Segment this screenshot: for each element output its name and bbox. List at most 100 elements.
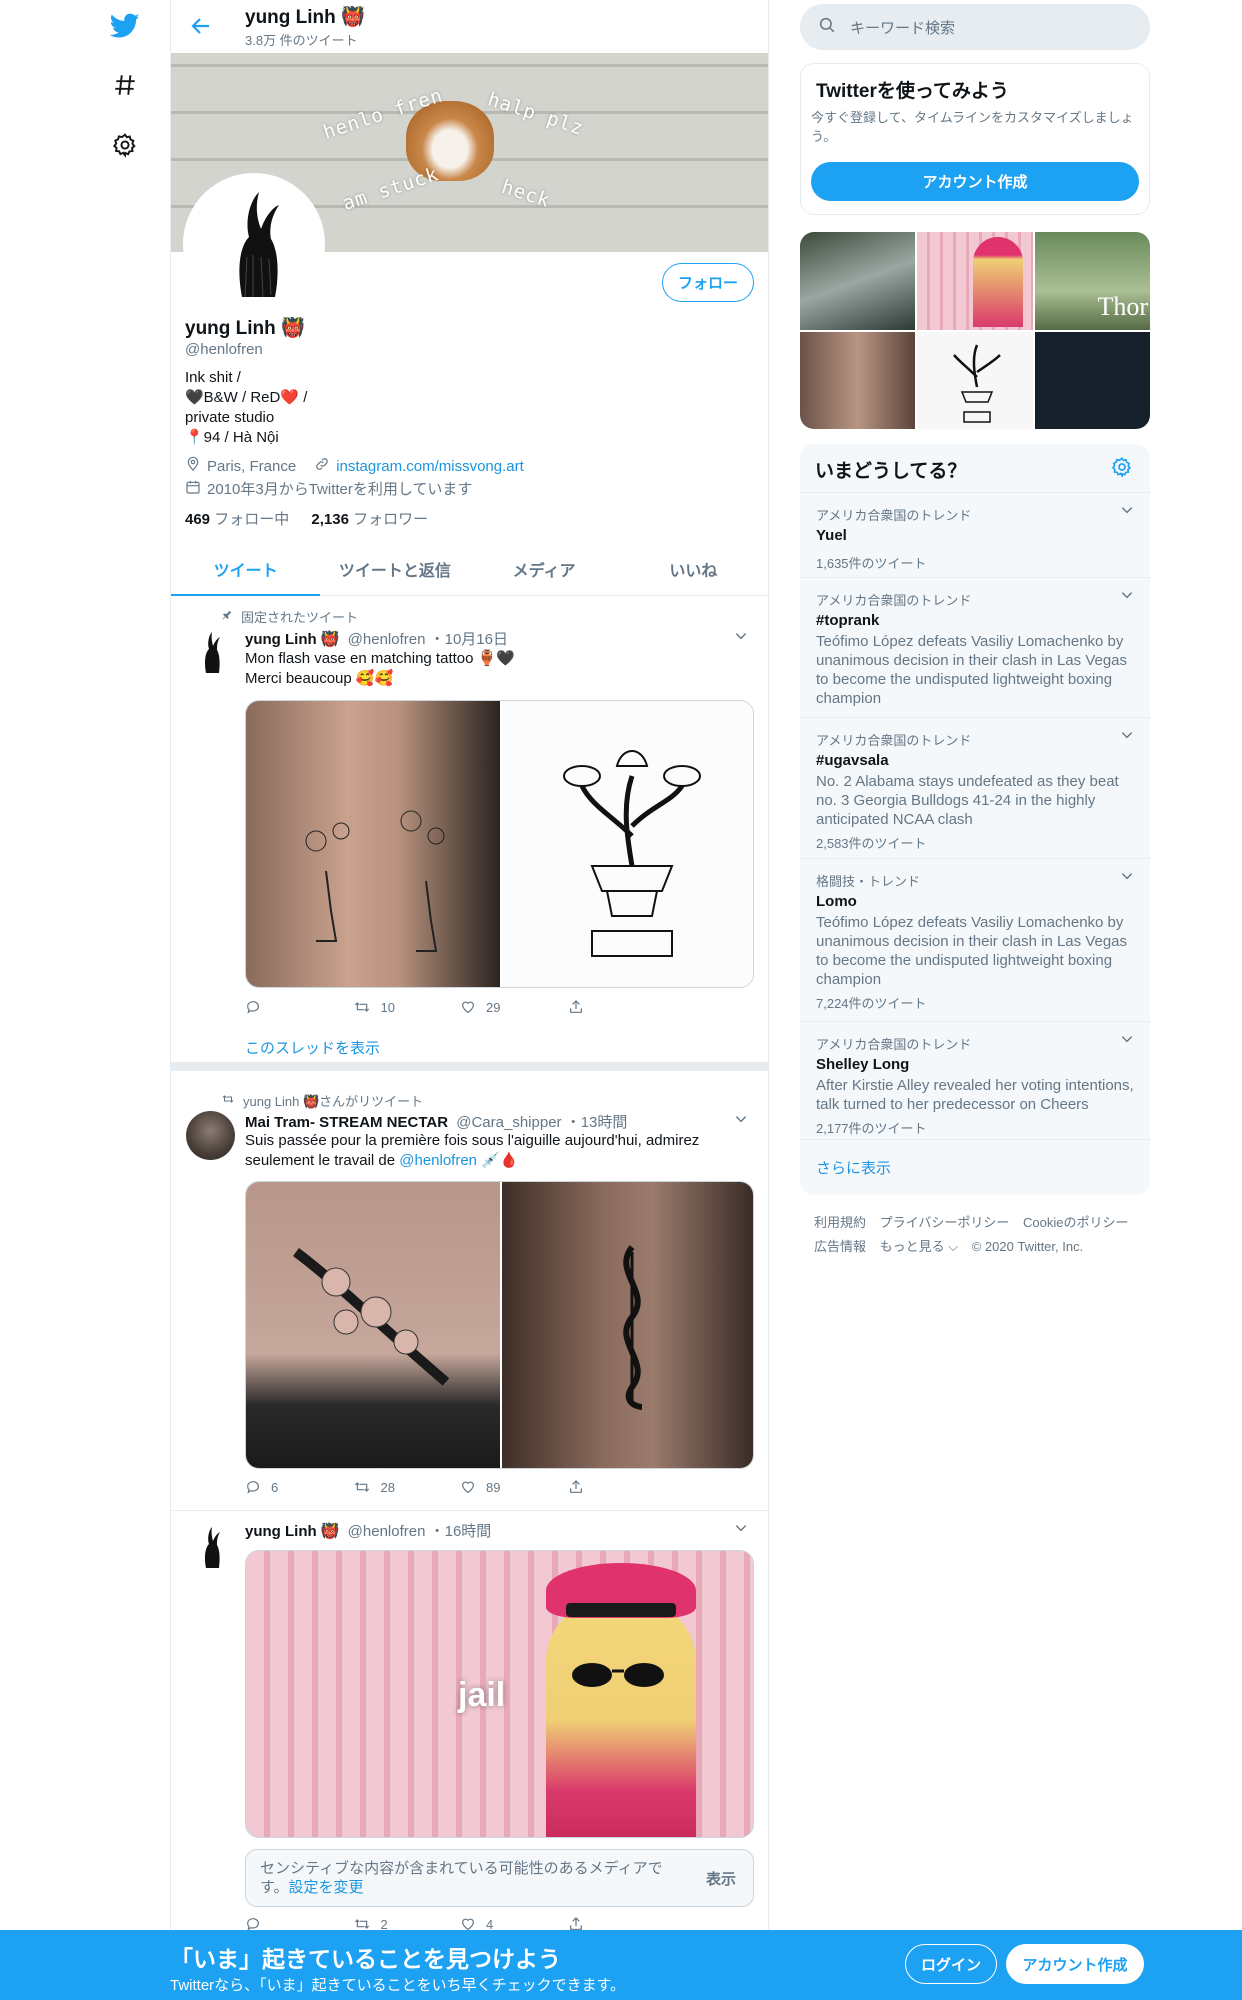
retweet-button[interactable]: 28 [353,1479,461,1495]
media-thumb-tattoo[interactable] [800,331,916,429]
media-thumb-screenshot[interactable] [1034,331,1150,429]
media-thumb-jail[interactable] [917,232,1033,330]
tweet-time[interactable]: ・16時間 [430,1523,492,1540]
tweet-text-line: Merci beaucoup 🥰🥰 [245,670,394,687]
media-thumb-kitten[interactable] [800,232,916,330]
footer-link-privacy[interactable]: プライバシーポリシー [880,1215,1010,1230]
chevron-down-icon[interactable] [1120,1032,1134,1051]
retweet-button[interactable]: 10 [353,999,461,1015]
trend-item[interactable]: アメリカ合衆国のトレンド #toprank Teófimo López defe… [800,577,1150,717]
person-image [546,1601,696,1837]
tweet-time[interactable]: ・13時間 [566,1114,628,1131]
trend-description: Teófimo López defeats Vasiliy Lomachenko… [816,633,1128,707]
like-count: 4 [486,1916,494,1931]
bottom-signup-bar: 「いま」起きていることを見つけよう Twitterなら、「いま」起きていることを… [0,1930,1242,2000]
reply-button[interactable] [245,1916,353,1930]
like-button[interactable]: 29 [460,999,568,1015]
share-button[interactable] [568,1479,676,1495]
show-media-button[interactable]: 表示 [706,1868,736,1889]
mention-link[interactable]: @henlofren [399,1152,477,1169]
tweet[interactable]: yung Linh 👹 @henlofren ・16時間 jail センシティブ… [171,1512,768,1930]
hashtag-explore-icon[interactable] [107,67,143,103]
pinned-tweet[interactable]: 固定されたツイート yung Linh 👹 @henlofren ・10月16日… [171,597,768,1071]
tweet-author-name[interactable]: yung Linh 👹 [245,1523,340,1540]
tweet-context: yung Linh 👹さんがリツイート [221,1091,423,1110]
tweet-media[interactable] [245,700,754,988]
media-thumb-meme[interactable]: Thor [1034,232,1150,330]
tweet-author-handle[interactable]: @henlofren [348,631,426,648]
retweet-button[interactable]: 2 [353,1916,461,1930]
followers-stat[interactable]: 2,136 フォロワー [311,511,428,528]
tweet-author-name[interactable]: yung Linh 👹 [245,631,340,648]
tattoo-photo-snake[interactable] [499,1182,753,1468]
tweet-avatar[interactable] [186,627,235,676]
tweet-media[interactable] [245,1181,754,1469]
share-button[interactable] [568,1916,676,1930]
profile-joined-row: 2010年3月からTwitterを利用しています [185,478,472,499]
cap-visor [566,1603,676,1617]
footer-link-more[interactable]: もっと見る ⌵ [880,1239,958,1254]
tab-likes[interactable]: いいね [619,542,768,595]
trend-item[interactable]: アメリカ合衆国のトレンド Shelley Long After Kirstie … [800,1021,1150,1139]
show-more-link[interactable]: さらに表示 [816,1157,891,1178]
tattoo-photo-1[interactable] [246,701,500,987]
tweet-actions: 10 29 [245,997,675,1017]
media-caption: jail [458,1676,506,1714]
footer-link-cookies[interactable]: Cookieのポリシー [1023,1215,1128,1230]
reply-button[interactable] [245,999,353,1015]
tweet-author-name[interactable]: Mai Tram- STREAM NECTAR [245,1114,448,1131]
chevron-down-icon[interactable] [1120,869,1134,888]
gear-settings-icon[interactable] [107,127,143,163]
profile-avatar[interactable] [183,173,325,315]
show-thread-link[interactable]: このスレッドを表示 [245,1037,380,1058]
tweet-text-fragment: 💉🩸 [477,1152,519,1169]
heart-icon [462,1481,474,1494]
tattoo-photo-cherry-blossom[interactable] [246,1182,500,1468]
change-settings-link[interactable]: 設定を変更 [289,1879,364,1896]
chevron-down-icon[interactable] [1120,728,1134,747]
tweet-time[interactable]: ・10月16日 [430,631,508,648]
header-tweet-count: 3.8万 件のツイート [245,33,358,48]
chevron-down-icon[interactable] [734,629,752,647]
chevron-down-icon[interactable] [734,1521,752,1539]
retweet-icon [354,1482,369,1492]
like-button[interactable]: 89 [460,1479,568,1495]
search-input[interactable]: キーワード検索 [800,4,1150,50]
tab-media[interactable]: メディア [470,542,619,595]
tweet-author-handle[interactable]: @Cara_shipper [456,1114,561,1131]
share-button[interactable] [568,999,676,1015]
trend-item[interactable]: 格闘技・トレンド Lomo Teófimo López defeats Vasi… [800,858,1150,1021]
footer-link-terms[interactable]: 利用規約 [814,1215,866,1230]
login-button[interactable]: ログイン [905,1944,997,1984]
following-stat[interactable]: 469 フォロー中 [185,511,289,528]
chevron-down-icon[interactable] [1120,588,1134,607]
tweet-avatar[interactable] [186,1111,235,1160]
footer-link-ads[interactable]: 広告情報 [814,1239,866,1254]
chevron-down-icon[interactable] [734,1112,752,1130]
signup-button[interactable]: アカウント作成 [1006,1944,1144,1984]
back-arrow-icon[interactable] [189,14,215,40]
chevron-down-icon[interactable] [1120,503,1134,522]
create-account-button[interactable]: アカウント作成 [811,162,1139,201]
retweeted-tweet[interactable]: yung Linh 👹さんがリツイート Mai Tram- STREAM NEC… [171,1080,768,1511]
trend-item[interactable]: アメリカ合衆国のトレンド Yuel 1,635件のツイート [800,492,1150,577]
vase-flash-drawing[interactable] [499,701,753,987]
media-thumb-vase[interactable] [917,331,1033,429]
trend-name: Yuel [816,527,847,544]
reply-button[interactable]: 6 [245,1479,353,1495]
trend-item[interactable]: アメリカ合衆国のトレンド #ugavsala No. 2 Alabama sta… [800,717,1150,858]
follow-button[interactable]: フォロー [662,263,754,302]
like-button[interactable]: 4 [460,1916,568,1930]
twitter-logo-icon[interactable] [107,8,143,44]
tab-tweets-and-replies[interactable]: ツイートと返信 [320,542,469,595]
profile-website-link[interactable]: instagram.com/missvong.art [336,458,524,475]
sensitive-text-line: センシティブな内容が含まれている可能性のあるメディアで [260,1860,663,1877]
trends-settings-gear-icon[interactable] [1111,456,1133,483]
profile-handle: @henlofren [185,341,263,358]
tweet-context-label: yung Linh 👹さんがリツイート [243,1094,424,1109]
tweet-avatar[interactable] [186,1522,235,1571]
following-label: フォロー中 [210,511,290,528]
tweet-media[interactable]: jail [245,1550,754,1838]
tweet-author-handle[interactable]: @henlofren [348,1523,426,1540]
tab-tweets[interactable]: ツイート [171,542,321,596]
